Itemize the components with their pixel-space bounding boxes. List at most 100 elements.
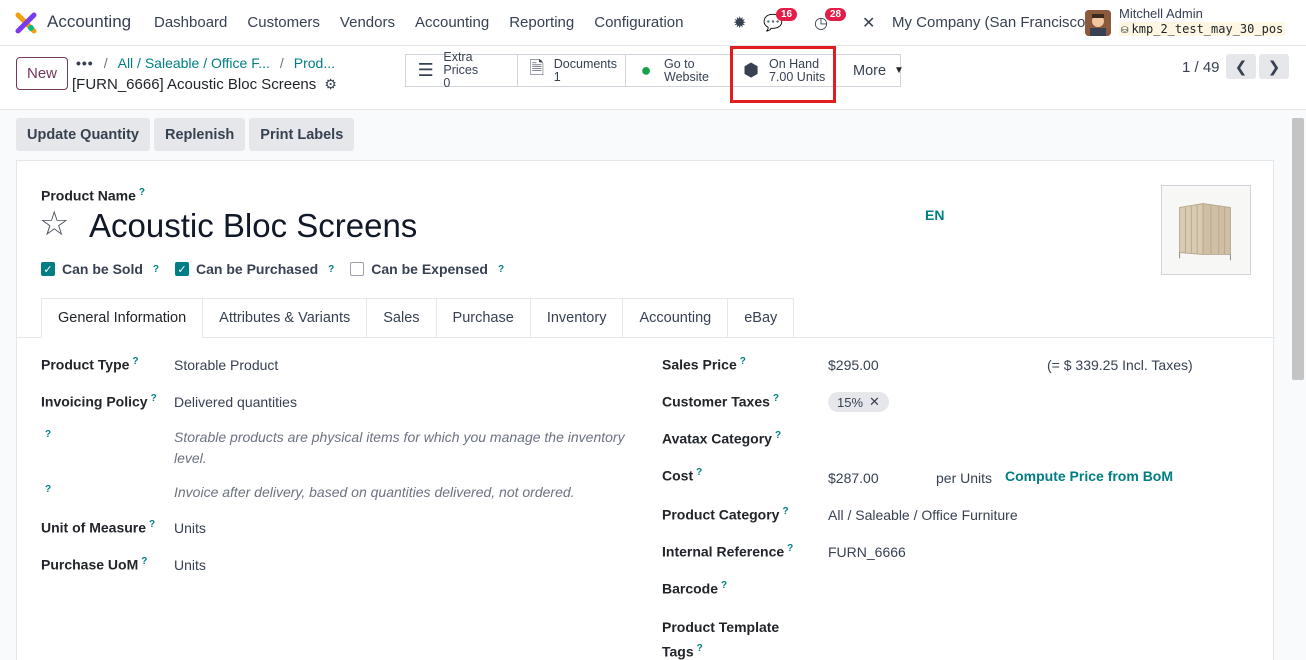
pager-value[interactable]: 1 / 49 (1182, 59, 1220, 76)
menu-customers[interactable]: Customers (237, 14, 330, 31)
can-be-expensed-checkbox[interactable]: Can be Expensed? (350, 261, 504, 277)
new-button[interactable]: New (16, 57, 68, 90)
invoicing-policy-field[interactable]: Delivered quantities (174, 394, 297, 410)
help-icon[interactable]: ? (782, 506, 788, 517)
unit-of-measure-field[interactable]: Units (174, 520, 206, 536)
messages-badge: 16 (776, 8, 798, 21)
can-be-purchased-checkbox[interactable]: ✓ Can be Purchased? (175, 261, 334, 277)
tab-ebay[interactable]: eBay (728, 298, 795, 338)
help-icon[interactable]: ? (151, 393, 157, 404)
tab-general-information[interactable]: General Information (41, 298, 204, 338)
help-icon[interactable]: ? (721, 580, 727, 591)
purchase-uom-field[interactable]: Units (174, 557, 206, 573)
documents-value: 1 (553, 69, 561, 84)
cost-label: Cost? (662, 467, 702, 484)
more-button[interactable]: More ▼ (835, 55, 904, 86)
tab-inventory[interactable]: Inventory (530, 298, 624, 338)
go-to-website-button[interactable]: ● Go to Website (626, 55, 731, 86)
product-name-field[interactable]: Acoustic Bloc Screens (89, 207, 417, 245)
tab-attributes-variants[interactable]: Attributes & Variants (203, 298, 368, 338)
replenish-button[interactable]: Replenish (153, 118, 246, 151)
checkbox-checked[interactable]: ✓ (41, 262, 55, 276)
help-icon[interactable]: ? (45, 429, 51, 440)
help-icon[interactable]: ? (697, 643, 703, 654)
product-template-tags-label-line2: Tags (662, 643, 694, 660)
product-image-picture (1162, 186, 1250, 274)
update-quantity-button[interactable]: Update Quantity (16, 118, 150, 151)
extra-prices-button[interactable]: ☰ Extra Prices 0 (406, 51, 518, 90)
menu-accounting[interactable]: Accounting (405, 14, 499, 31)
database-name: ⛁ kmp_2_test_may_30_pos (1119, 22, 1286, 36)
globe-icon: ● (640, 60, 652, 80)
breadcrumb-separator: / (279, 55, 284, 71)
invoicing-policy-label-text: Invoicing Policy (41, 393, 148, 410)
product-type-field[interactable]: Storable Product (174, 357, 278, 373)
user-name[interactable]: Mitchell Admin (1119, 6, 1203, 21)
help-icon[interactable]: ? (740, 356, 746, 367)
extra-prices-label: Extra Prices (443, 50, 479, 77)
help-icon[interactable]: ? (141, 556, 147, 567)
internal-reference-label-text: Internal Reference (662, 543, 785, 560)
internal-reference-field[interactable]: FURN_6666 (828, 544, 906, 560)
close-icon[interactable]: ✕ (869, 394, 880, 410)
menu-vendors[interactable]: Vendors (330, 14, 405, 31)
star-icon[interactable]: ☆ (39, 207, 69, 241)
can-be-sold-checkbox[interactable]: ✓ Can be Sold? (41, 261, 159, 277)
help-icon[interactable]: ? (696, 467, 702, 478)
tax-tag[interactable]: 15% ✕ (828, 392, 889, 412)
pager-previous-button[interactable]: ❮ (1226, 54, 1256, 79)
barcode-label-text: Barcode (662, 580, 719, 597)
can-be-sold-label: Can be Sold (62, 261, 143, 277)
help-icon[interactable]: ? (498, 264, 504, 275)
product-category-field[interactable]: All / Saleable / Office Furniture (828, 507, 1018, 523)
print-labels-button[interactable]: Print Labels (249, 118, 355, 151)
purchase-uom-label-text: Purchase UoM (41, 556, 139, 573)
documents-button[interactable]: 🗎 Documents 1 (518, 55, 626, 86)
help-icon[interactable]: ? (328, 264, 334, 275)
tab-sales[interactable]: Sales (367, 298, 437, 338)
help-icon[interactable]: ? (153, 264, 159, 275)
app-logo-icon[interactable] (15, 12, 37, 34)
product-template-tags-label: Product Template Tags? (662, 617, 779, 660)
menu-reporting[interactable]: Reporting (499, 14, 584, 31)
checkbox-checked[interactable]: ✓ (175, 262, 190, 276)
menu-configuration[interactable]: Configuration (584, 14, 693, 31)
app-name[interactable]: Accounting (47, 12, 131, 32)
breadcrumb-more-icon[interactable]: ••• (76, 55, 94, 71)
product-image[interactable] (1161, 185, 1251, 275)
help-icon[interactable]: ? (775, 430, 781, 441)
pager-next-button[interactable]: ❯ (1259, 54, 1289, 79)
on-hand-label: On Hand (769, 56, 820, 71)
product-type-hint: Storable products are physical items for… (174, 429, 625, 466)
sales-price-field[interactable]: $295.00 (828, 357, 879, 373)
help-icon[interactable]: ? (149, 519, 155, 530)
help-icon[interactable]: ? (787, 543, 793, 554)
help-icon[interactable]: ? (139, 187, 145, 198)
breadcrumb-category[interactable]: All / Saleable / Office F... (118, 55, 270, 71)
tab-accounting[interactable]: Accounting (623, 298, 729, 338)
bug-icon[interactable]: ✹ (733, 13, 746, 33)
language-button[interactable]: EN (925, 207, 944, 223)
database-icon: ⛁ (1121, 26, 1129, 36)
avatar[interactable] (1085, 10, 1111, 36)
list-icon: ☰ (417, 60, 434, 80)
on-hand-button[interactable]: ⬢ On Hand 7.00 Units (731, 55, 835, 86)
checkbox-unchecked[interactable] (350, 262, 365, 276)
help-icon[interactable]: ? (132, 356, 138, 367)
scrollbar[interactable] (1292, 118, 1304, 380)
can-be-purchased-label: Can be Purchased (196, 261, 319, 277)
breadcrumb-products[interactable]: Prod... (294, 55, 335, 71)
compute-price-from-bom-button[interactable]: Compute Price from BoM (1005, 468, 1173, 484)
form-sheet: Product Name? ☆ Acoustic Bloc Screens EN… (16, 160, 1275, 660)
help-icon[interactable]: ? (45, 484, 51, 495)
cubes-icon: ⬢ (743, 60, 759, 80)
main-menu: Dashboard Customers Vendors Accounting R… (144, 14, 693, 31)
gear-icon[interactable]: ⚙ (324, 76, 337, 93)
control-panel: New ••• / All / Saleable / Office F... /… (0, 46, 1306, 110)
help-icon[interactable]: ? (773, 393, 779, 404)
tools-icon[interactable]: ✕ (862, 13, 875, 33)
company-switcher[interactable]: My Company (San Francisco) (892, 14, 1090, 31)
menu-dashboard[interactable]: Dashboard (144, 14, 237, 31)
tab-purchase[interactable]: Purchase (436, 298, 531, 338)
cost-field[interactable]: $287.00 (828, 470, 879, 486)
